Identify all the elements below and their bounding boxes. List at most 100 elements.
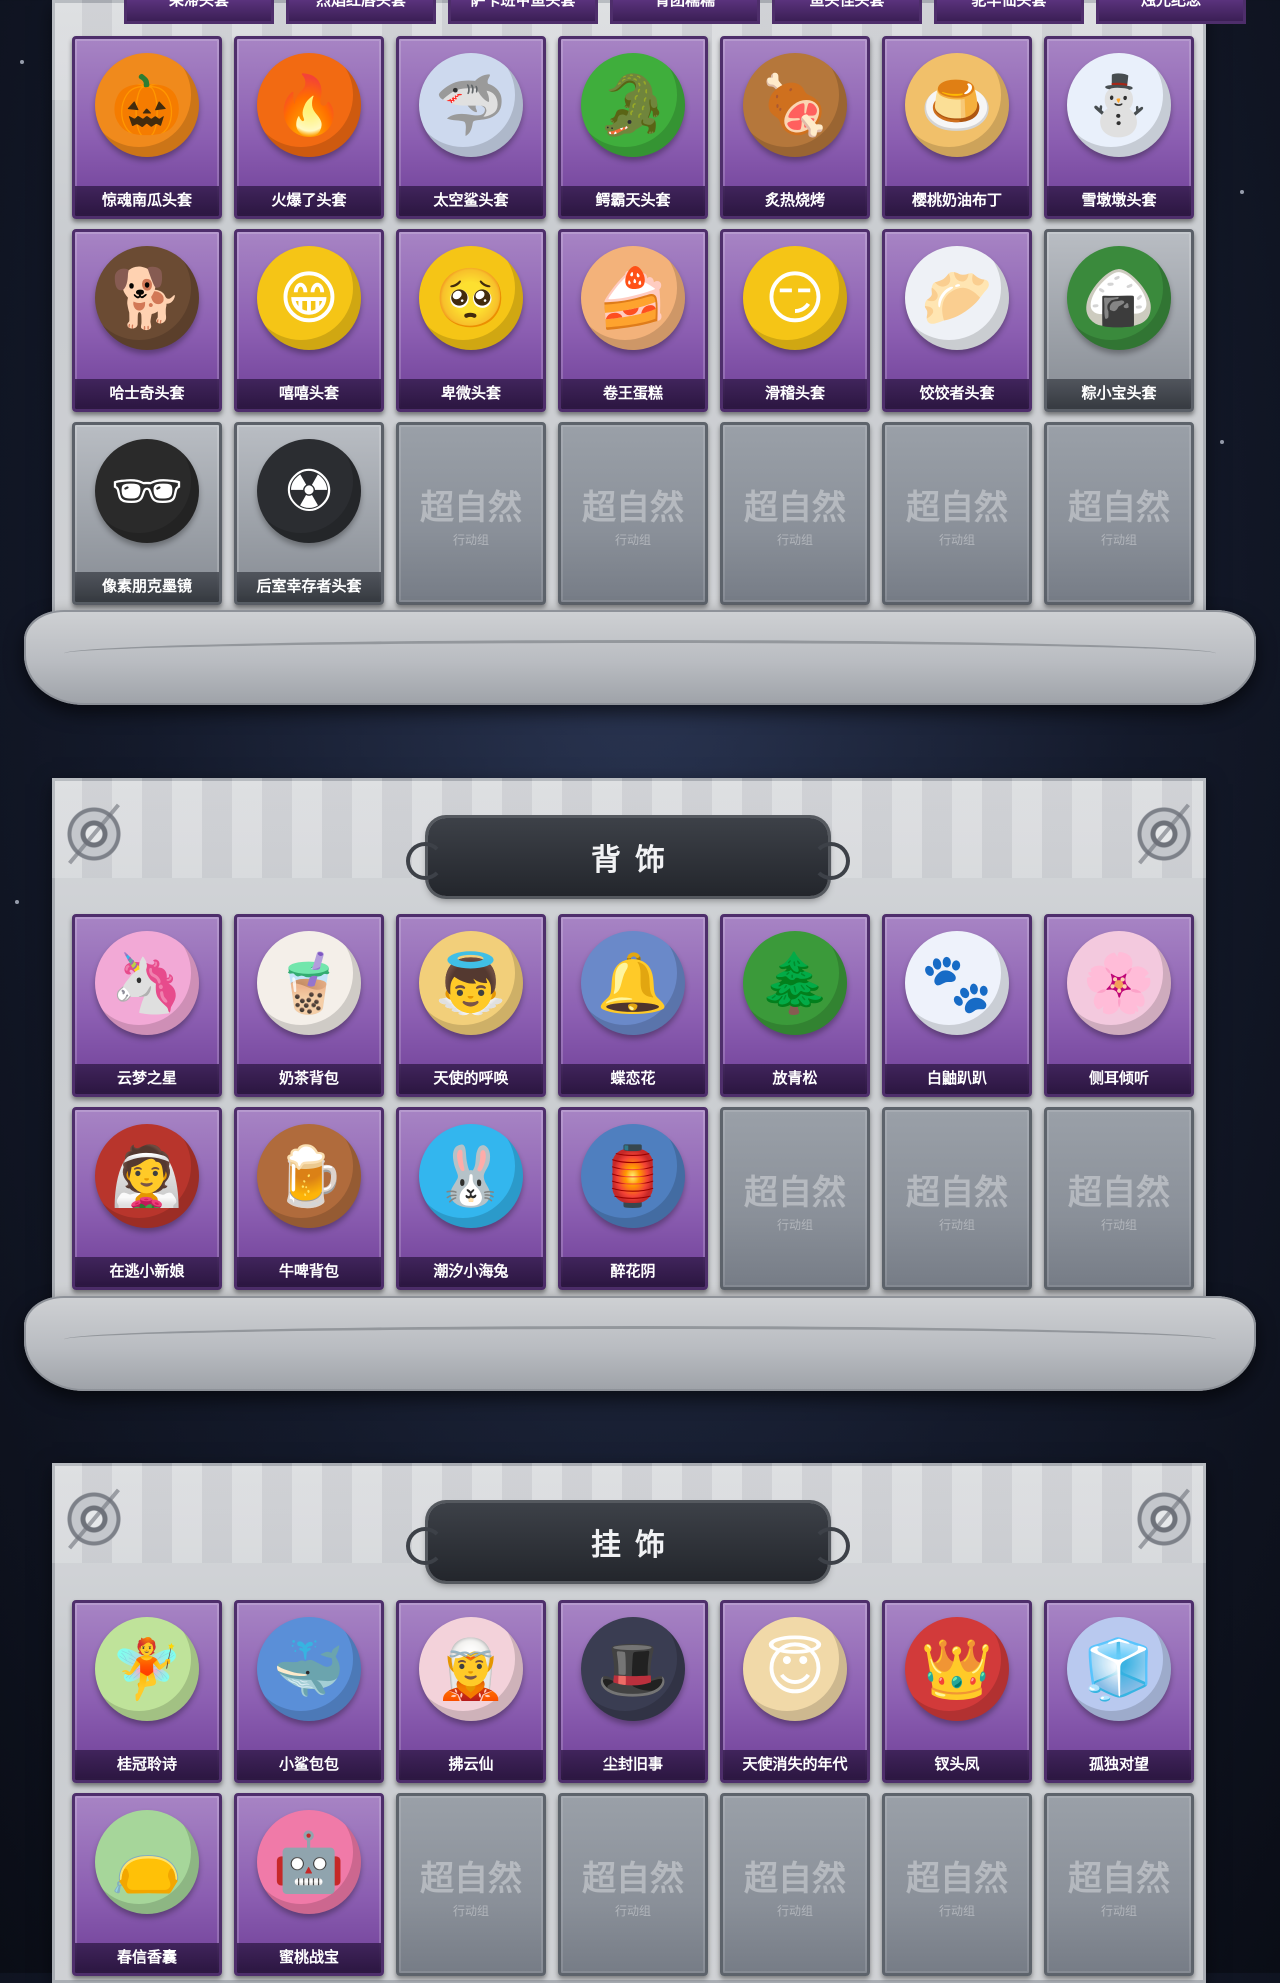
item-card[interactable]: 🧋 奶茶背包 bbox=[234, 914, 384, 1097]
empty-slot-placeholder: 超自然 行动组 bbox=[882, 1107, 1032, 1290]
headwear-partial-item[interactable]: 呆滞头套 bbox=[124, 0, 274, 24]
compass-icon bbox=[66, 1491, 122, 1547]
back-accessories-grid: 🦄 云梦之星 🧋 奶茶背包 👼 天使的呼唤 🔔 蝶恋花 🌲 放青松 🐾 白鼬趴趴 🌸 侧耳倾听 👰 在逃小新娘… bbox=[72, 914, 1194, 1290]
angel-icon: 👼 bbox=[419, 931, 523, 1035]
section-title-banner: 背饰 bbox=[406, 818, 850, 896]
headwear-partial-item[interactable]: 驼羊仙头套 bbox=[934, 0, 1084, 24]
empty-slot-placeholder: 超自然 行动组 bbox=[720, 422, 870, 605]
placeholder-logo-text: 超自然 bbox=[906, 1858, 1008, 1899]
empty-slot-placeholder: 超自然 行动组 bbox=[720, 1793, 870, 1976]
item-card[interactable]: 🍖 炙热烧烤 bbox=[720, 36, 870, 219]
bride-icon: 👰 bbox=[95, 1124, 199, 1228]
item-card[interactable]: 🤖 蜜桃战宝 bbox=[234, 1793, 384, 1976]
crocodile-icon: 🐊 bbox=[581, 53, 685, 157]
item-card[interactable]: 🐕 哈士奇头套 bbox=[72, 229, 222, 412]
placeholder-logo-subtitle: 行动组 bbox=[1100, 1217, 1137, 1232]
item-card[interactable]: 😏 滑稽头套 bbox=[720, 229, 870, 412]
item-card[interactable]: 👰 在逃小新娘 bbox=[72, 1107, 222, 1290]
placeholder-logo-subtitle: 行动组 bbox=[1100, 1903, 1137, 1918]
pumpkin-icon: 🎃 bbox=[95, 53, 199, 157]
item-label: 蜜桃战宝 bbox=[237, 1943, 381, 1973]
item-card[interactable]: 🥟 饺饺者头套 bbox=[882, 229, 1032, 412]
headwear-grid: 🎃 惊魂南瓜头套 🔥 火爆了头套 🦈 太空鲨头套 🐊 鳄霸天头套 🍖 炙热烧烤 🍮 樱桃奶油布丁 ⛄ 雪墩… bbox=[72, 36, 1194, 605]
item-card[interactable]: 😇 天使消失的年代 bbox=[720, 1600, 870, 1783]
bell-icon: 🔔 bbox=[581, 931, 685, 1035]
item-label: 侧耳倾听 bbox=[1047, 1064, 1191, 1094]
item-card[interactable]: 👝 春信香囊 bbox=[72, 1793, 222, 1976]
item-card[interactable]: 🦈 太空鲨头套 bbox=[396, 36, 546, 219]
placeholder-logo-text: 超自然 bbox=[420, 1858, 522, 1899]
headwear-partial-item[interactable]: 青团糯糯 bbox=[610, 0, 760, 24]
placeholder-logo-text: 超自然 bbox=[744, 487, 846, 528]
dog-icon: 🐕 bbox=[95, 246, 199, 350]
item-card[interactable]: 🍺 牛啤背包 bbox=[234, 1107, 384, 1290]
item-label: 牛啤背包 bbox=[237, 1257, 381, 1287]
item-label: 嘻嘻头套 bbox=[237, 379, 381, 409]
item-label: 太空鲨头套 bbox=[399, 186, 543, 216]
item-card[interactable]: ⛄ 雪墩墩头套 bbox=[1044, 36, 1194, 219]
shark-bag-icon: 🐳 bbox=[257, 1617, 361, 1721]
item-label: 在逃小新娘 bbox=[75, 1257, 219, 1287]
compass-icon bbox=[1136, 1491, 1192, 1547]
item-card[interactable]: 🔥 火爆了头套 bbox=[234, 36, 384, 219]
item-card[interactable]: 👑 钗头凤 bbox=[882, 1600, 1032, 1783]
placeholder-logo-subtitle: 行动组 bbox=[938, 532, 975, 547]
lantern-icon: 🏮 bbox=[581, 1124, 685, 1228]
item-card[interactable]: 🌲 放青松 bbox=[720, 914, 870, 1097]
item-label: 放青松 bbox=[723, 1064, 867, 1094]
item-card[interactable]: 🐾 白鼬趴趴 bbox=[882, 914, 1032, 1097]
item-card[interactable]: 🎩 尘封旧事 bbox=[558, 1600, 708, 1783]
gas-mask-icon: ☢ bbox=[257, 439, 361, 543]
placeholder-logo-subtitle: 行动组 bbox=[452, 532, 489, 547]
humble-face-icon: 🥺 bbox=[419, 246, 523, 350]
empty-slot-placeholder: 超自然 行动组 bbox=[1044, 422, 1194, 605]
angel-doll-icon: 😇 bbox=[743, 1617, 847, 1721]
item-card[interactable]: 🧝 拂云仙 bbox=[396, 1600, 546, 1783]
item-card[interactable]: 🏮 醉花阴 bbox=[558, 1107, 708, 1290]
headwear-partial-item[interactable]: 萨卡班甲鱼头套 bbox=[448, 0, 598, 24]
item-card[interactable]: 👼 天使的呼唤 bbox=[396, 914, 546, 1097]
item-card[interactable]: 🥺 卑微头套 bbox=[396, 229, 546, 412]
item-card[interactable]: 🎃 惊魂南瓜头套 bbox=[72, 36, 222, 219]
item-card[interactable]: 🧚 桂冠聆诗 bbox=[72, 1600, 222, 1783]
headwear-partial-item[interactable]: 烛光纪念 bbox=[1096, 0, 1246, 24]
placeholder-logo-subtitle: 行动组 bbox=[776, 532, 813, 547]
pine-tree-icon: 🌲 bbox=[743, 931, 847, 1035]
background-star bbox=[1220, 440, 1224, 444]
item-label: 醉花阴 bbox=[561, 1257, 705, 1287]
placeholder-logo-text: 超自然 bbox=[420, 487, 522, 528]
item-label: 蝶恋花 bbox=[561, 1064, 705, 1094]
item-label: 惊魂南瓜头套 bbox=[75, 186, 219, 216]
item-card[interactable]: 🍙 粽小宝头套 bbox=[1044, 229, 1194, 412]
item-card[interactable]: 🍰 卷王蛋糕 bbox=[558, 229, 708, 412]
item-card[interactable]: 🌸 侧耳倾听 bbox=[1044, 914, 1194, 1097]
headwear-partial-item[interactable]: 鱼头怪头套 bbox=[772, 0, 922, 24]
item-card[interactable]: 🕶 像素朋克墨镜 bbox=[72, 422, 222, 605]
pixel-glasses-icon: 🕶 bbox=[95, 439, 199, 543]
item-label: 云梦之星 bbox=[75, 1064, 219, 1094]
item-label: 滑稽头套 bbox=[723, 379, 867, 409]
item-card[interactable]: ☢ 后室幸存者头套 bbox=[234, 422, 384, 605]
item-card[interactable]: 🦄 云梦之星 bbox=[72, 914, 222, 1097]
item-label: 鳄霸天头套 bbox=[561, 186, 705, 216]
item-card[interactable]: 🧊 孤独对望 bbox=[1044, 1600, 1194, 1783]
item-card[interactable]: 😁 嘻嘻头套 bbox=[234, 229, 384, 412]
item-label: 拂云仙 bbox=[399, 1750, 543, 1780]
pendants-grid: 🧚 桂冠聆诗 🐳 小鲨包包 🧝 拂云仙 🎩 尘封旧事 😇 天使消失的年代 👑 钗头凤 🧊 孤独对望 👝 春信香… bbox=[72, 1600, 1194, 1976]
item-card[interactable]: 🍮 樱桃奶油布丁 bbox=[882, 36, 1032, 219]
item-card[interactable]: 🔔 蝶恋花 bbox=[558, 914, 708, 1097]
empty-slot-placeholder: 超自然 行动组 bbox=[396, 1793, 546, 1976]
placeholder-logo-subtitle: 行动组 bbox=[614, 532, 651, 547]
item-label: 孤独对望 bbox=[1047, 1750, 1191, 1780]
headwear-partial-item[interactable]: 烈焰红唇头套 bbox=[286, 0, 436, 24]
item-label: 天使的呼唤 bbox=[399, 1064, 543, 1094]
item-label: 樱桃奶油布丁 bbox=[885, 186, 1029, 216]
item-label: 饺饺者头套 bbox=[885, 379, 1029, 409]
shark-icon: 🦈 bbox=[419, 53, 523, 157]
item-label: 天使消失的年代 bbox=[723, 1750, 867, 1780]
item-card[interactable]: 🐊 鳄霸天头套 bbox=[558, 36, 708, 219]
item-label: 钗头凤 bbox=[885, 1750, 1029, 1780]
item-card[interactable]: 🐰 潮汐小海兔 bbox=[396, 1107, 546, 1290]
item-card[interactable]: 🐳 小鲨包包 bbox=[234, 1600, 384, 1783]
sachet-icon: 👝 bbox=[95, 1810, 199, 1914]
